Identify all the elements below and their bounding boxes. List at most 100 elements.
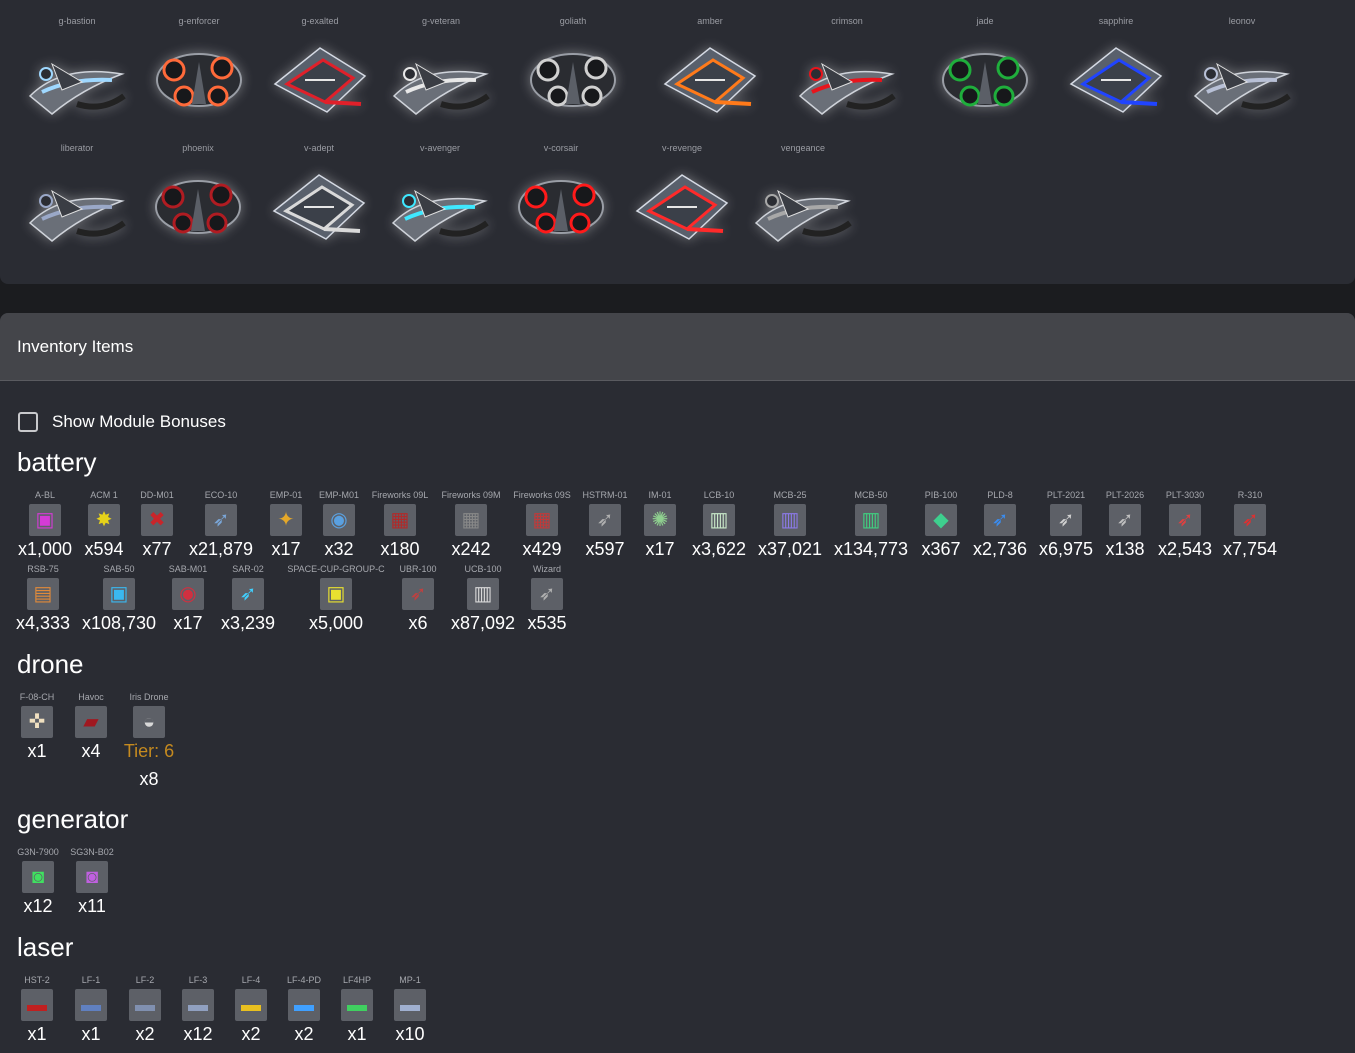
ship-goliath-icon[interactable]: [518, 34, 628, 122]
item-glyph: ▦: [390, 509, 410, 531]
lcb-10-icon[interactable]: ▥: [703, 504, 735, 536]
ship-sapphire-icon[interactable]: [1061, 34, 1171, 122]
ship-crimson-icon[interactable]: [792, 34, 902, 122]
item-quantity: x3,622: [691, 539, 747, 559]
pld-8-icon[interactable]: ➶: [984, 504, 1016, 536]
category-title-battery: battery: [17, 447, 97, 477]
ship-label: liberator: [60, 143, 94, 153]
r-310-icon[interactable]: ➶: [1234, 504, 1266, 536]
ship-card-jade[interactable]: jade: [925, 0, 1045, 125]
item-row-laser: HST-2 ▬ x1 LF-1 ▬ x1 LF-2 ▬ x2 LF-3 ▬ x12 LF-4 ▬ x2 LF-…: [0, 974, 1355, 1044]
ships-panel: g-bastion g-enforcer g-exalted g-veteran: [0, 0, 1355, 284]
ship-card-crimson[interactable]: crimson: [787, 0, 907, 125]
item-name: SAB-50: [103, 564, 135, 574]
ubr-100-icon[interactable]: ➶: [402, 578, 434, 610]
inventory-item[interactable]: SG3N-B02 ◙ x11: [42, 846, 142, 917]
space-cup-group-c-icon[interactable]: ▣: [320, 578, 352, 610]
ship-card-v-revenge[interactable]: v-revenge: [622, 127, 742, 252]
item-glyph: ✺: [651, 509, 669, 531]
ship-amber-icon[interactable]: [655, 34, 765, 122]
ship-label: v-revenge: [661, 143, 703, 153]
ship-card-g-enforcer[interactable]: g-enforcer: [139, 0, 259, 125]
fireworks-09l-icon[interactable]: ▦: [384, 504, 416, 536]
ship-card-v-avenger[interactable]: v-avenger: [380, 127, 500, 252]
sg3n-b02-icon[interactable]: ◙: [76, 861, 108, 893]
ship-g-bastion-icon[interactable]: [22, 34, 132, 122]
ship-card-sapphire[interactable]: sapphire: [1056, 0, 1176, 125]
item-glyph: ➶: [538, 583, 556, 605]
eco-10-icon[interactable]: ➶: [205, 504, 237, 536]
item-row-battery: RSB-75 ▤ x4,333 SAB-50 ▣ x108,730 SAB-M01 ◉ x17 S…: [0, 563, 1355, 633]
ship-g-enforcer-icon[interactable]: [144, 34, 254, 122]
inventory-item[interactable]: Wizard ➶ x535: [497, 563, 597, 634]
ship-v-avenger-icon[interactable]: [385, 161, 495, 249]
item-name: A-BL: [34, 490, 55, 500]
ship-g-exalted-icon[interactable]: [265, 34, 375, 122]
item-glyph: ◆: [933, 509, 949, 531]
ship-card-leonov[interactable]: leonov: [1182, 0, 1302, 125]
mcb-25-icon[interactable]: ▥: [774, 504, 806, 536]
ship-label: vengeance: [780, 143, 826, 153]
ship-label: v-avenger: [419, 143, 461, 153]
inventory-item[interactable]: SAR-02 ➶ x3,239: [198, 563, 298, 634]
ship-label: crimson: [831, 16, 863, 26]
ship-phoenix-icon[interactable]: [143, 161, 253, 249]
item-name: PLD-8: [987, 490, 1013, 500]
ship-card-goliath[interactable]: goliath: [513, 0, 633, 125]
ship-card-vengeance[interactable]: vengeance: [743, 127, 863, 252]
dd-m01-icon[interactable]: ✖: [141, 504, 173, 536]
item-glyph: ➶: [991, 509, 1009, 531]
ucb-100-icon[interactable]: ▥: [467, 578, 499, 610]
mp-1-icon[interactable]: ▬: [394, 989, 426, 1021]
item-quantity: x6: [408, 613, 428, 633]
ship-v-adept-icon[interactable]: [264, 161, 374, 249]
ship-card-g-exalted[interactable]: g-exalted: [260, 0, 380, 125]
ship-liberator-icon[interactable]: [22, 161, 132, 249]
ship-card-g-bastion[interactable]: g-bastion: [17, 0, 137, 125]
plt-3030-icon[interactable]: ➶: [1169, 504, 1201, 536]
iris-drone-icon[interactable]: ◒: [133, 706, 165, 738]
fireworks-09s-icon[interactable]: ▦: [526, 504, 558, 536]
ship-v-revenge-icon[interactable]: [627, 161, 737, 249]
ship-label: v-corsair: [543, 143, 579, 153]
item-name: R-310: [1237, 490, 1263, 500]
wizard-icon[interactable]: ➶: [531, 578, 563, 610]
ship-card-phoenix[interactable]: phoenix: [138, 127, 258, 252]
fireworks-09m-icon[interactable]: ▦: [455, 504, 487, 536]
item-quantity: x7,754: [1222, 539, 1278, 559]
item-glyph: ◉: [179, 583, 197, 605]
item-quantity: x77: [142, 539, 172, 559]
item-name: MCB-25: [773, 490, 807, 500]
rsb-75-icon[interactable]: ▤: [27, 578, 59, 610]
item-glyph: ▥: [780, 509, 800, 531]
item-name: ECO-10: [204, 490, 238, 500]
ship-v-corsair-icon[interactable]: [506, 161, 616, 249]
inventory-item[interactable]: R-310 ➶ x7,754: [1200, 489, 1300, 560]
show-module-bonuses-toggle[interactable]: Show Module Bonuses: [18, 412, 226, 432]
item-glyph: ▣: [326, 583, 346, 605]
sab-50-icon[interactable]: ▣: [103, 578, 135, 610]
item-glyph: ✖: [148, 509, 166, 531]
ship-card-liberator[interactable]: liberator: [17, 127, 137, 252]
ship-leonov-icon[interactable]: [1187, 34, 1297, 122]
ship-g-veteran-icon[interactable]: [386, 34, 496, 122]
ship-jade-icon[interactable]: [930, 34, 1040, 122]
item-glyph: ▣: [109, 583, 129, 605]
item-row-drone: F-08-CH ✜ x1 Havoc ▰ x4 Iris Drone ◒ Tier: 6 x8: [0, 691, 1355, 791]
ship-card-v-corsair[interactable]: v-corsair: [501, 127, 621, 252]
ship-card-amber[interactable]: amber: [650, 0, 770, 125]
item-name: MP-1: [399, 975, 421, 985]
mcb-50-icon[interactable]: ▥: [855, 504, 887, 536]
ship-card-v-adept[interactable]: v-adept: [259, 127, 379, 252]
inventory-item[interactable]: MP-1 ▬ x10: [360, 974, 460, 1045]
inventory-item[interactable]: Iris Drone ◒ Tier: 6 x8: [99, 691, 199, 790]
ship-vengeance-icon[interactable]: [748, 161, 858, 249]
sar-02-icon[interactable]: ➶: [232, 578, 264, 610]
ship-label: v-adept: [303, 143, 335, 153]
item-name: Iris Drone: [129, 692, 169, 702]
ship-card-g-veteran[interactable]: g-veteran: [381, 0, 501, 125]
item-quantity: x4: [81, 741, 101, 761]
show-module-bonuses-checkbox[interactable]: [18, 412, 38, 432]
item-glyph: ➶: [212, 509, 230, 531]
item-glyph: ➶: [1116, 509, 1134, 531]
